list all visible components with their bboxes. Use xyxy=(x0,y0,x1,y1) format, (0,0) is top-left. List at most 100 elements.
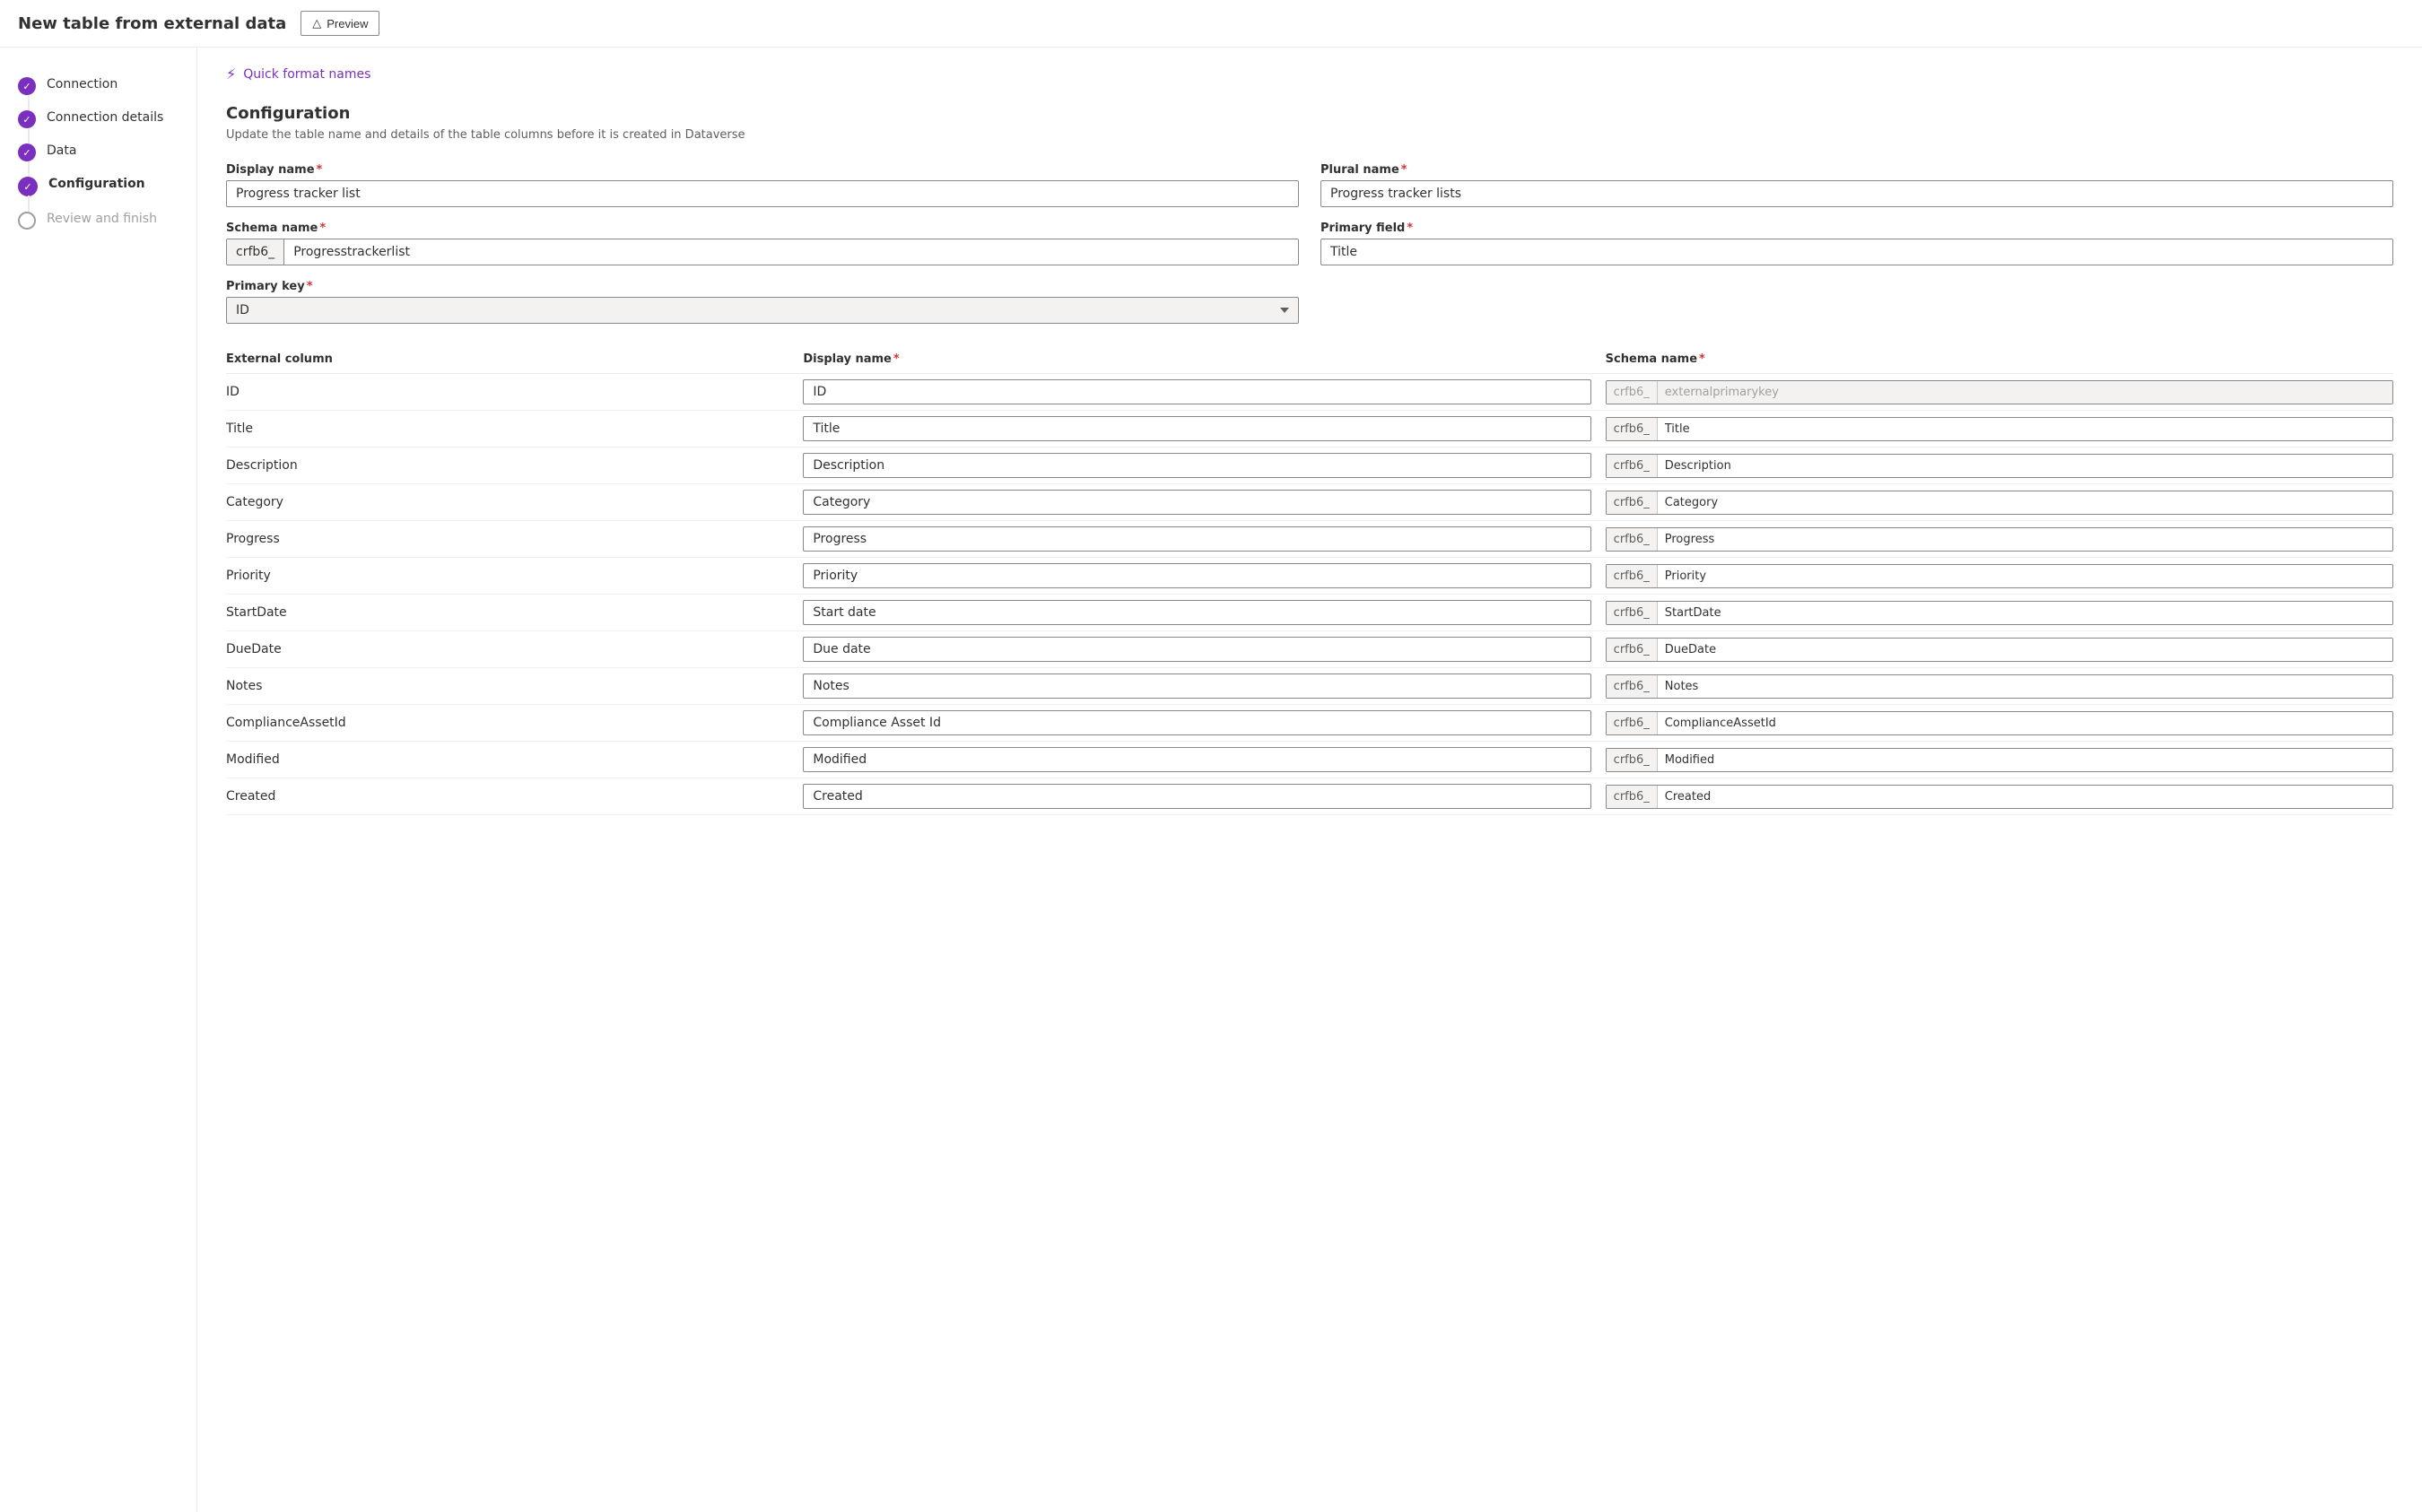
table-row: Description crfb6_ xyxy=(226,448,2393,484)
table-row: DueDate crfb6_ xyxy=(226,631,2393,668)
schema-col-prefix: crfb6_ xyxy=(1607,639,1658,661)
display-name-col-input[interactable] xyxy=(803,637,1590,662)
schema-col-group: crfb6_ xyxy=(1606,638,2393,662)
display-name-group: Display name* xyxy=(226,163,1299,207)
schema-col-input[interactable] xyxy=(1658,491,2392,514)
schema-col-input[interactable] xyxy=(1658,712,2392,734)
table-row: ComplianceAssetId crfb6_ xyxy=(226,705,2393,742)
external-col-value: Progress xyxy=(226,526,788,552)
schema-col-input[interactable] xyxy=(1658,418,2392,440)
schema-col-input[interactable] xyxy=(1658,675,2392,698)
display-name-col-input[interactable] xyxy=(803,784,1590,809)
plural-name-required: * xyxy=(1401,163,1407,177)
table-row: Created crfb6_ xyxy=(226,778,2393,815)
primary-field-required: * xyxy=(1407,222,1413,235)
external-col-value: ID xyxy=(226,379,788,404)
schema-prefix: crfb6_ xyxy=(227,239,284,265)
schema-col-group: crfb6_ xyxy=(1606,785,2393,809)
quick-format-button[interactable]: ⚡ Quick format names xyxy=(226,65,2393,83)
external-col-value: Category xyxy=(226,490,788,515)
schema-col-input[interactable] xyxy=(1658,749,2392,771)
schema-name-group: Schema name* crfb6_ xyxy=(226,222,1299,265)
display-name-col-input[interactable] xyxy=(803,379,1590,404)
preview-icon: △ xyxy=(312,16,321,30)
step-circle-review xyxy=(18,212,36,230)
schema-col-prefix: crfb6_ xyxy=(1607,381,1658,404)
step-label-connection-details: Connection details xyxy=(47,109,163,125)
section-title: Configuration xyxy=(226,104,2393,123)
schema-col-group: crfb6_ xyxy=(1606,454,2393,478)
schema-col-prefix: crfb6_ xyxy=(1607,491,1658,514)
schema-col-prefix: crfb6_ xyxy=(1607,455,1658,477)
display-name-label: Display name* xyxy=(226,163,1299,177)
table-row: Modified crfb6_ xyxy=(226,742,2393,778)
display-name-col-input[interactable] xyxy=(803,563,1590,588)
display-name-col-input[interactable] xyxy=(803,453,1590,478)
external-col-value: Title xyxy=(226,416,788,441)
page-header: New table from external data △ Preview xyxy=(0,0,2422,48)
schema-col-prefix: crfb6_ xyxy=(1607,528,1658,551)
display-name-required: * xyxy=(317,163,323,177)
schema-col-prefix: crfb6_ xyxy=(1607,418,1658,440)
step-circle-data: ✓ xyxy=(18,143,36,161)
quick-format-icon: ⚡ xyxy=(226,65,236,83)
schema-col-prefix: crfb6_ xyxy=(1607,602,1658,624)
schema-col-input[interactable] xyxy=(1658,786,2392,808)
main-layout: ✓ Connection ✓ Connection details ✓ Data… xyxy=(0,48,2422,1512)
schema-col-group: crfb6_ xyxy=(1606,601,2393,625)
step-label-data: Data xyxy=(47,143,76,158)
display-name-col-input[interactable] xyxy=(803,673,1590,699)
form-row-primary-key: Primary key* ID xyxy=(226,280,2393,324)
schema-col-group: crfb6_ xyxy=(1606,748,2393,772)
step-circle-configuration: ✓ xyxy=(18,177,38,196)
plural-name-group: Plural name* xyxy=(1320,163,2393,207)
external-col-value: ComplianceAssetId xyxy=(226,710,788,735)
form-row-schema: Schema name* crfb6_ Primary field* xyxy=(226,222,2393,265)
plural-name-input[interactable] xyxy=(1320,180,2393,207)
sidebar: ✓ Connection ✓ Connection details ✓ Data… xyxy=(0,48,197,1512)
schema-col-input[interactable] xyxy=(1658,565,2392,587)
external-col-value: DueDate xyxy=(226,637,788,662)
schema-col-prefix: crfb6_ xyxy=(1607,786,1658,808)
table-row: Priority crfb6_ xyxy=(226,558,2393,595)
sidebar-item-review[interactable]: Review and finish xyxy=(0,204,196,237)
schema-col-input[interactable] xyxy=(1658,455,2392,477)
schema-col-prefix: crfb6_ xyxy=(1607,749,1658,771)
sidebar-item-connection[interactable]: ✓ Connection xyxy=(0,69,196,102)
external-col-value: Notes xyxy=(226,673,788,699)
table-row: Category crfb6_ xyxy=(226,484,2393,521)
primary-key-select[interactable]: ID xyxy=(226,297,1299,324)
display-name-col-input[interactable] xyxy=(803,710,1590,735)
table-row: StartDate crfb6_ xyxy=(226,595,2393,631)
primary-key-label: Primary key* xyxy=(226,280,1299,293)
schema-col-input[interactable] xyxy=(1658,528,2392,551)
table-row: Notes crfb6_ xyxy=(226,668,2393,705)
primary-field-group: Primary field* xyxy=(1320,222,2393,265)
display-name-col-input[interactable] xyxy=(803,490,1590,515)
table-row: ID crfb6_ xyxy=(226,374,2393,411)
display-name-col-input[interactable] xyxy=(803,600,1590,625)
external-col-value: Modified xyxy=(226,747,788,772)
schema-col-prefix: crfb6_ xyxy=(1607,712,1658,734)
sidebar-item-data[interactable]: ✓ Data xyxy=(0,135,196,169)
schema-col-input[interactable] xyxy=(1658,602,2392,624)
schema-col-prefix: crfb6_ xyxy=(1607,565,1658,587)
schema-name-required: * xyxy=(319,222,326,235)
sidebar-item-configuration[interactable]: ✓ Configuration xyxy=(0,169,196,204)
display-name-col-input[interactable] xyxy=(803,747,1590,772)
primary-key-placeholder xyxy=(1320,280,2393,324)
display-name-col-input[interactable] xyxy=(803,416,1590,441)
preview-button[interactable]: △ Preview xyxy=(301,11,379,36)
table-row: Title crfb6_ xyxy=(226,411,2393,448)
step-label-configuration: Configuration xyxy=(48,176,145,191)
columns-header: External column Display name* Schema nam… xyxy=(226,352,2393,374)
step-circle-connection: ✓ xyxy=(18,77,36,95)
display-name-col-input[interactable] xyxy=(803,526,1590,552)
col-header-display: Display name* xyxy=(803,352,1590,366)
display-name-input[interactable] xyxy=(226,180,1299,207)
primary-field-input[interactable] xyxy=(1320,239,2393,265)
schema-suffix-input[interactable] xyxy=(284,239,1298,265)
sidebar-item-connection-details[interactable]: ✓ Connection details xyxy=(0,102,196,135)
schema-col-input[interactable] xyxy=(1658,639,2392,661)
col-header-schema: Schema name* xyxy=(1606,352,2393,366)
